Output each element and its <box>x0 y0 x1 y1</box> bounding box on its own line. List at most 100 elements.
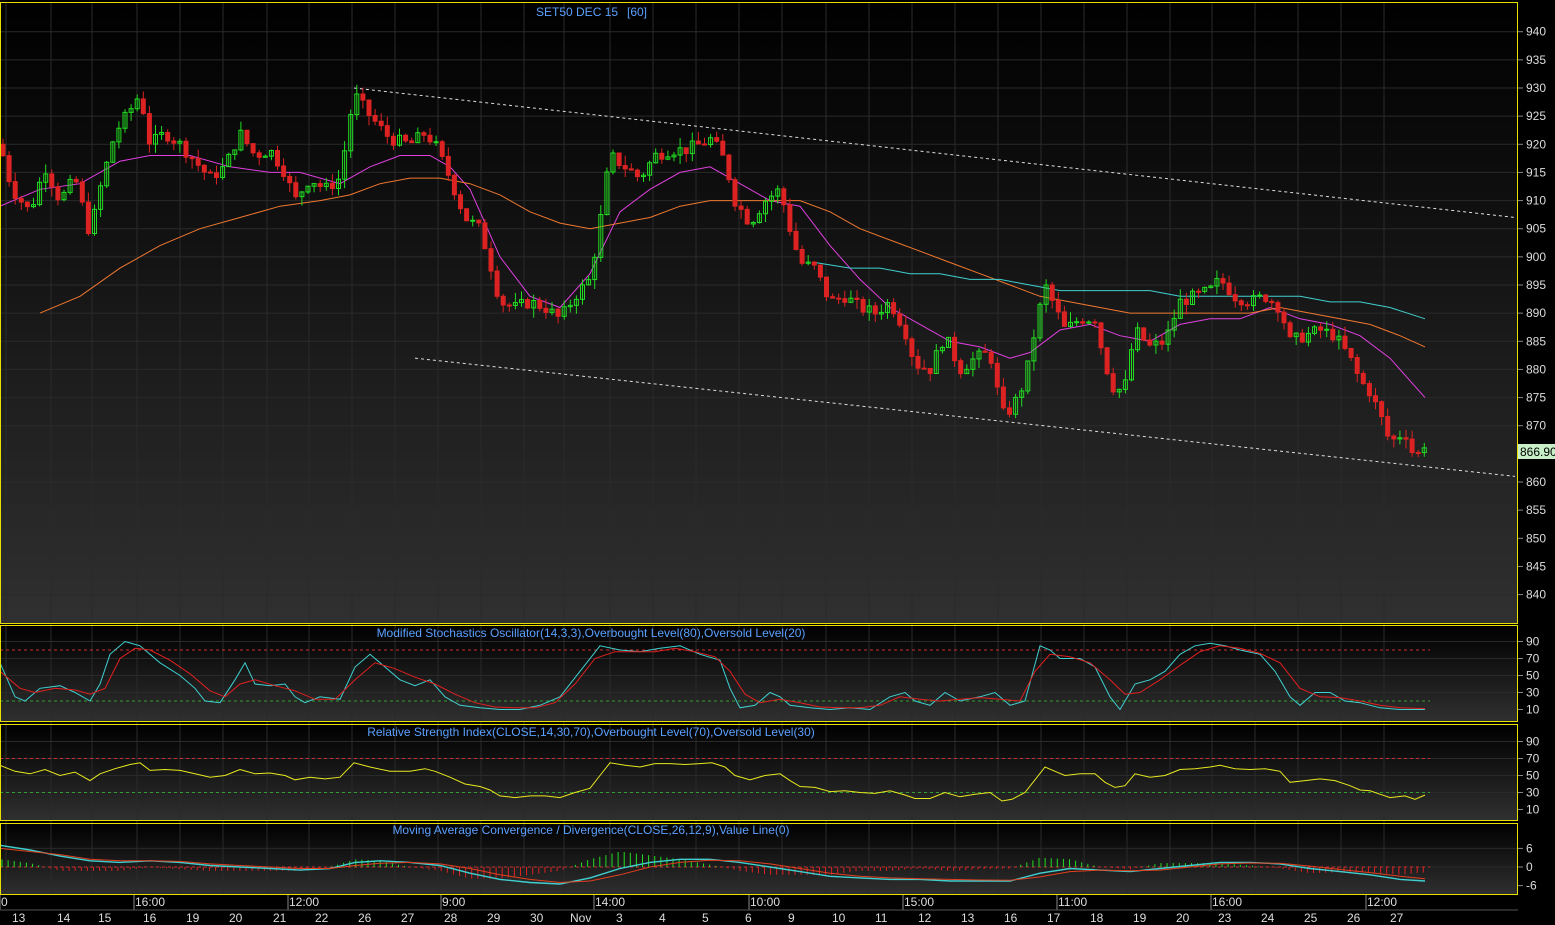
candle-body <box>12 181 18 200</box>
candle-body <box>909 338 915 357</box>
candle-body <box>384 125 390 137</box>
candle-body <box>695 140 701 145</box>
candle-body <box>1354 356 1360 374</box>
candle-body <box>250 143 256 154</box>
candle-body <box>506 304 512 307</box>
candle-body <box>85 201 91 235</box>
x-day-label: 10 <box>832 911 846 925</box>
candle-body <box>915 355 921 369</box>
y-tick-label: 30 <box>1526 686 1540 700</box>
y-tick-label: 90 <box>1526 635 1540 649</box>
y-tick-label: 870 <box>1526 419 1546 433</box>
candle-body <box>6 155 12 183</box>
candle-body <box>732 179 738 207</box>
candle-body <box>1385 416 1391 437</box>
candle-body <box>409 140 415 144</box>
candle-body <box>555 308 561 317</box>
candle-body <box>140 98 146 115</box>
y-tick-label: 70 <box>1526 652 1540 666</box>
candle-body <box>214 172 219 178</box>
x-day-label: 20 <box>1176 911 1190 925</box>
candle-body <box>183 140 189 158</box>
x-day-label: 26 <box>1347 911 1361 925</box>
candle-body <box>683 147 689 155</box>
candle-body <box>275 149 280 167</box>
candle-body <box>476 219 482 224</box>
x-day-label: 17 <box>1047 911 1061 925</box>
y-tick-label: 915 <box>1526 165 1546 179</box>
candle-body <box>744 208 750 225</box>
y-tick-label: 920 <box>1526 137 1546 151</box>
y-tick-label: -6 <box>1526 879 1537 893</box>
candle-body <box>360 93 366 101</box>
x-time-label: 12:00 <box>1367 895 1397 909</box>
x-time-label: 11:00 <box>1058 895 1087 909</box>
candle-body <box>293 182 299 198</box>
x-day-label: 6 <box>745 911 752 925</box>
candle-body <box>702 143 707 146</box>
candle-body <box>49 173 55 188</box>
candle-body <box>982 350 988 353</box>
y-tick-label: 845 <box>1526 559 1546 573</box>
candle-body <box>1055 299 1061 313</box>
y-tick-label: 880 <box>1526 362 1546 376</box>
candle-body <box>421 132 427 136</box>
candle-body <box>1379 401 1385 418</box>
y-tick-label: 860 <box>1526 475 1546 489</box>
candle-body <box>787 204 793 232</box>
candle-body <box>445 155 451 176</box>
y-tick-label: 50 <box>1526 769 1540 783</box>
x-day-label: 19 <box>186 911 200 925</box>
candle-body <box>1275 302 1281 313</box>
x-day-label: 16 <box>143 911 157 925</box>
chart-title-interval: [60] <box>627 5 647 19</box>
y-tick-label: 910 <box>1526 194 1546 208</box>
candle-body <box>988 351 994 364</box>
candle-body <box>1110 373 1116 393</box>
y-tick-label: 30 <box>1526 786 1540 800</box>
candle-body <box>738 205 744 210</box>
candle-body <box>79 181 85 203</box>
candle-body <box>634 169 640 178</box>
y-tick-label: 0 <box>1526 860 1533 874</box>
x-day-label: 16 <box>1004 911 1018 925</box>
candle-body <box>1092 321 1098 324</box>
candle-body <box>1226 282 1232 296</box>
candle-body <box>836 297 842 300</box>
y-tick-label: 850 <box>1526 531 1546 545</box>
x-day-label: 13 <box>961 911 975 925</box>
candle-body <box>1324 328 1330 331</box>
x-time-label: 12:00 <box>289 895 319 909</box>
x-day-label: 19 <box>1133 911 1147 925</box>
y-tick-label: 900 <box>1526 250 1546 264</box>
candle-body <box>427 134 433 143</box>
x-day-label: 9 <box>788 911 795 925</box>
candle-body <box>854 297 860 300</box>
y-tick-label: 890 <box>1526 306 1546 320</box>
candle-body <box>1098 322 1104 349</box>
candle-body <box>793 230 799 250</box>
y-tick-label: 50 <box>1526 669 1540 683</box>
candle-body <box>952 336 958 362</box>
candle-body <box>256 152 262 158</box>
x-day-label: 25 <box>1304 911 1318 925</box>
candle-body <box>482 222 488 250</box>
candle-body <box>1244 304 1250 307</box>
candle-body <box>1074 321 1080 324</box>
x-time-label: 16:00 <box>1212 895 1242 909</box>
candle-body <box>73 178 79 183</box>
x-time-label: 14:00 <box>595 895 625 909</box>
candle-body <box>24 201 30 208</box>
candle-body <box>1147 339 1153 346</box>
candle-body <box>458 194 463 210</box>
candle-body <box>171 140 177 144</box>
candle-body <box>366 99 372 116</box>
candle-body <box>903 324 909 340</box>
chart-canvas: 9409359309259209159109059008958908858808… <box>0 2 1555 925</box>
candle-body <box>317 183 323 187</box>
candle-body <box>207 171 213 174</box>
candle-body <box>1366 383 1372 397</box>
y-tick-label: 925 <box>1526 109 1546 123</box>
y-tick-label: 10 <box>1526 703 1540 717</box>
candle-body <box>811 261 817 266</box>
